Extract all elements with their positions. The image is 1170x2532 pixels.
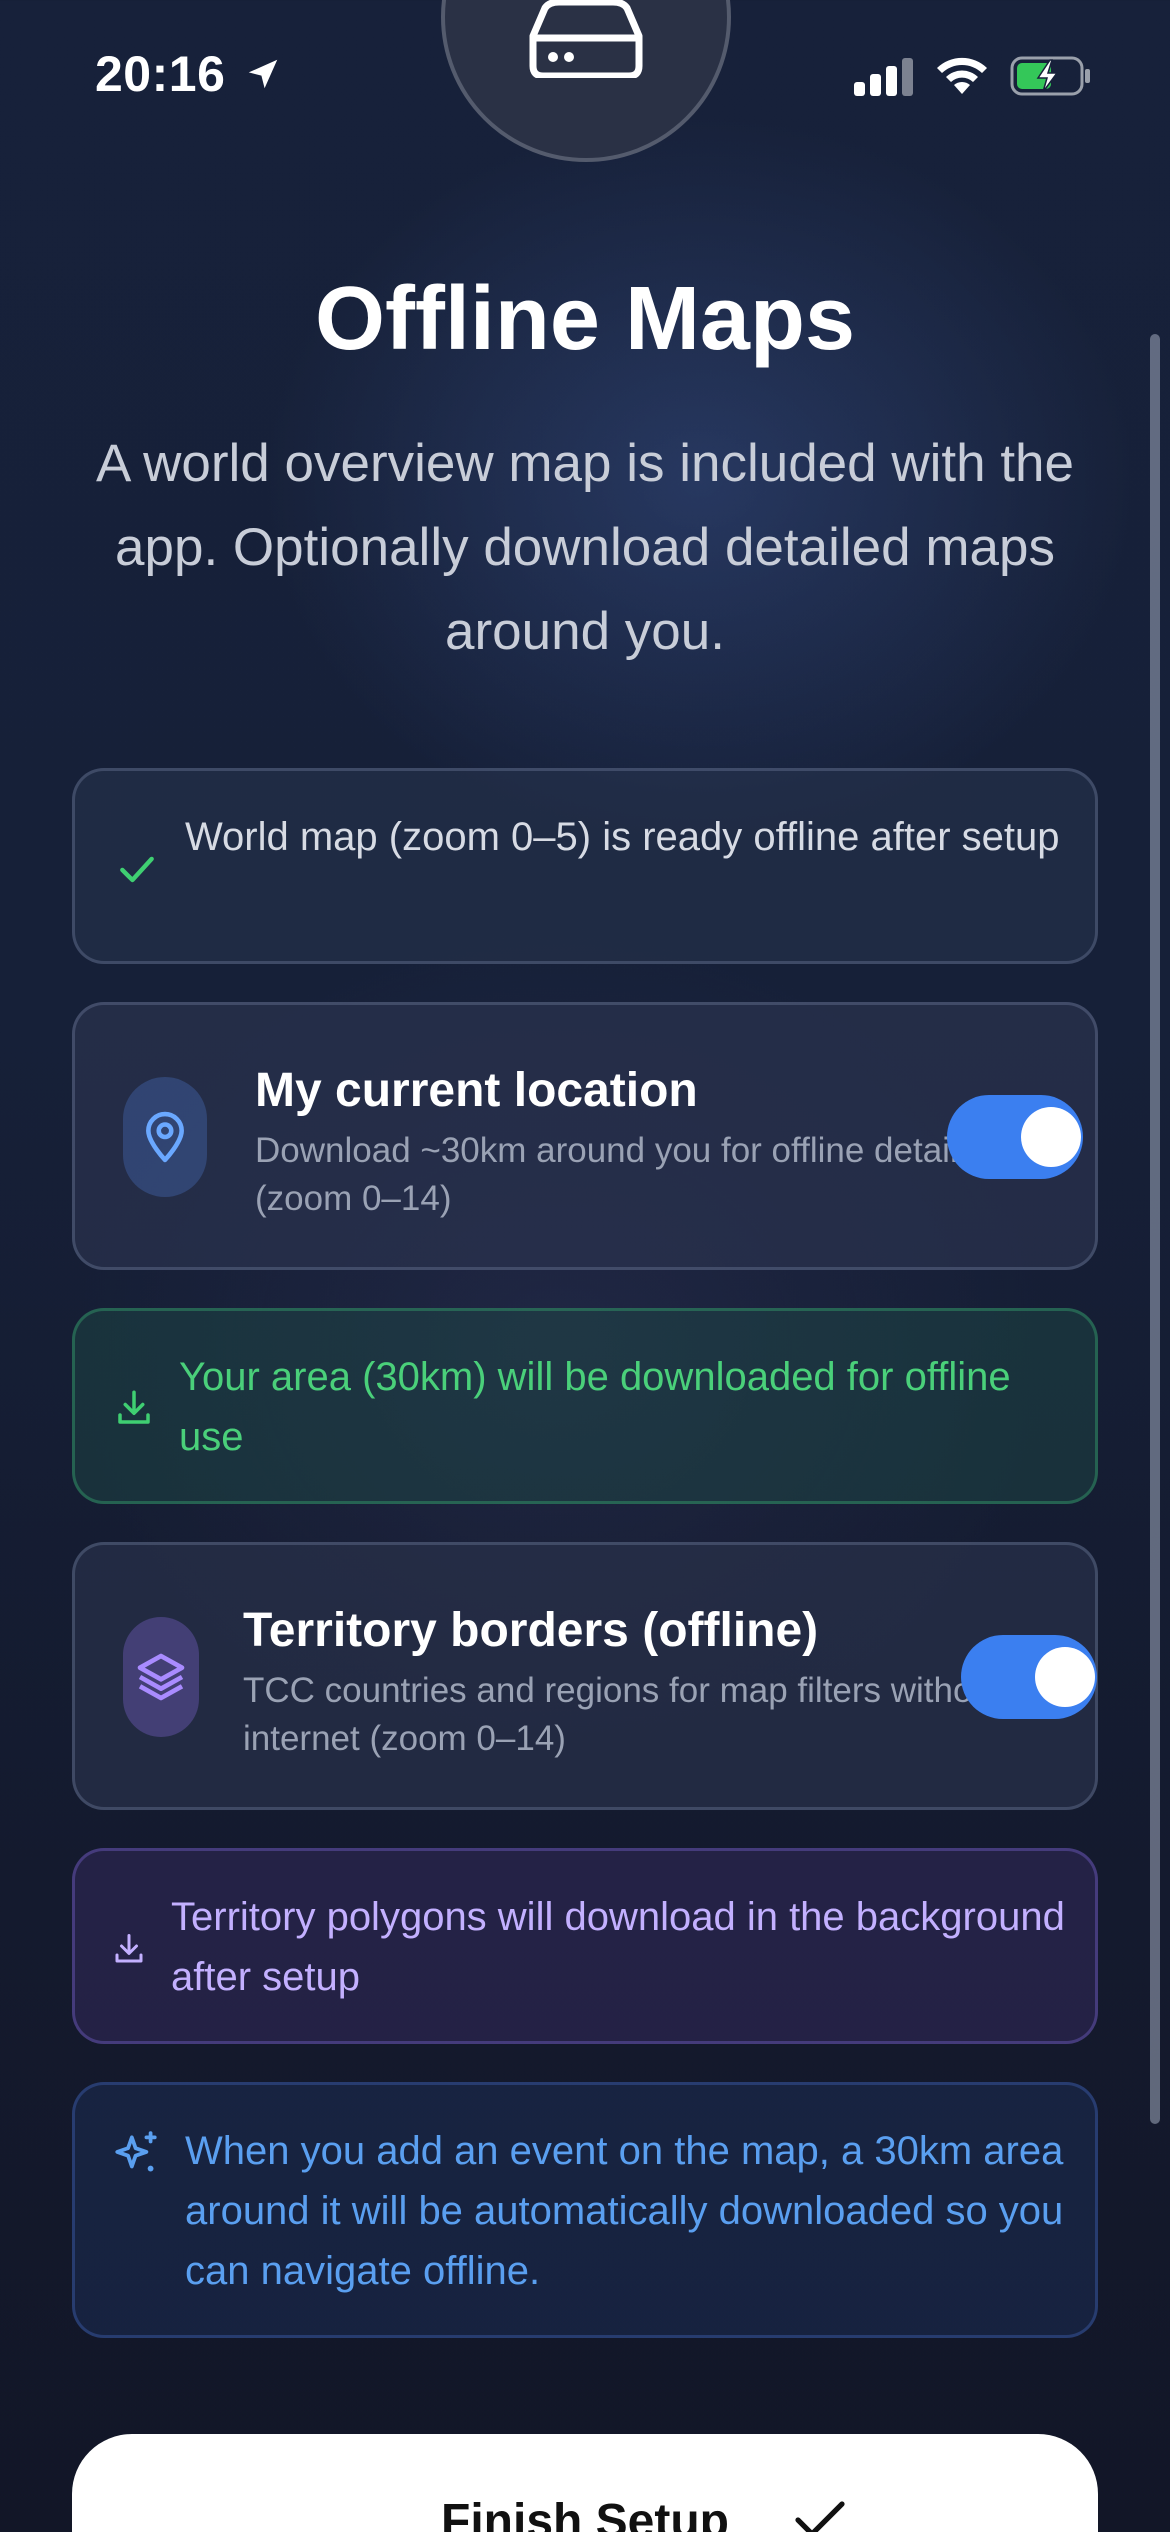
current-location-description: Download ~30km around you for offline de…: [255, 1131, 958, 1218]
finish-setup-button[interactable]: Finish Setup: [72, 2434, 1098, 2532]
event-auto-download-info-text: When you add an event on the map, a 30km…: [185, 2129, 1064, 2293]
location-download-status: Your area (30km) will be downloaded for …: [72, 1308, 1098, 1504]
territory-icon-badge: [123, 1617, 199, 1737]
map-pin-icon: [146, 1111, 184, 1163]
scrollbar[interactable]: [1150, 334, 1160, 2124]
download-icon: [118, 1390, 150, 1424]
current-location-option[interactable]: My current location Download ~30km aroun…: [72, 1002, 1098, 1270]
battery-charging-icon: [1010, 56, 1090, 96]
toggle-knob: [1035, 1647, 1095, 1707]
territory-borders-toggle[interactable]: [961, 1635, 1097, 1719]
check-icon: [120, 856, 154, 883]
finish-setup-label: Finish Setup: [441, 2495, 729, 2532]
cellular-signal-icon: [854, 58, 913, 96]
world-map-notice: World map (zoom 0–5) is ready offline af…: [72, 768, 1098, 964]
world-map-notice-text: World map (zoom 0–5) is ready offline af…: [185, 815, 1060, 859]
toggle-knob: [1021, 1107, 1081, 1167]
checkmark-icon: [795, 2501, 845, 2532]
territory-download-status-text: Territory polygons will download in the …: [171, 1895, 1065, 1999]
territory-borders-option[interactable]: Territory borders (offline) TCC countrie…: [72, 1542, 1098, 1810]
hard-drive-icon: [529, 0, 643, 78]
download-icon: [115, 1934, 143, 1963]
layers-icon: [137, 1653, 185, 1701]
territory-borders-description: TCC countries and regions for map filter…: [243, 1671, 1002, 1758]
territory-borders-title: Territory borders (offline): [243, 1604, 819, 1657]
current-location-title: My current location: [255, 1064, 698, 1117]
location-download-status-text: Your area (30km) will be downloaded for …: [179, 1355, 1011, 1459]
location-icon-badge: [123, 1077, 207, 1197]
event-auto-download-info: When you add an event on the map, a 30km…: [72, 2082, 1098, 2338]
location-arrow-icon: [248, 59, 278, 89]
current-location-toggle[interactable]: [947, 1095, 1083, 1179]
page-subtitle: A world overview map is included with th…: [95, 434, 1074, 661]
status-time: 20:16: [95, 46, 226, 102]
sparkles-icon: [115, 2131, 157, 2172]
page-title: Offline Maps: [314, 269, 856, 369]
wifi-icon: [937, 57, 987, 94]
territory-download-status: Territory polygons will download in the …: [72, 1848, 1098, 2044]
